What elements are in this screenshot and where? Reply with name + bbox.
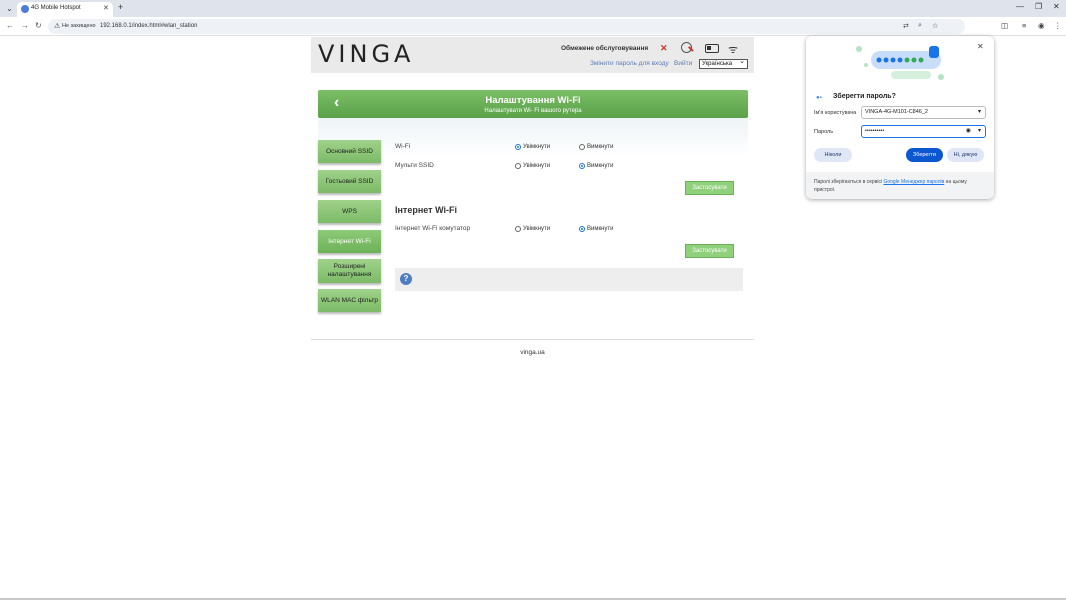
sidebar-item-main-ssid[interactable]: Основний SSID — [318, 140, 381, 163]
internet-wifi-off-radio[interactable] — [579, 226, 585, 232]
browser-tab-bar: ⌄ 4G Mobile Hotspot ✕ + — ❐ ✕ — [0, 0, 1066, 17]
password-chevron-down-icon[interactable]: ▾ — [978, 126, 981, 137]
tab-close-icon[interactable]: ✕ — [103, 4, 109, 12]
eye-icon[interactable]: ◉ — [966, 126, 971, 137]
logout-link[interactable]: Вийти — [674, 60, 692, 67]
multi-ssid-off-radio[interactable] — [579, 163, 585, 169]
footer-prefix: Паролі зберігаються в сервісі — [814, 179, 884, 185]
password-value: •••••••••• — [865, 128, 885, 134]
password-illustration — [856, 46, 944, 80]
browser-tab[interactable]: 4G Mobile Hotspot ✕ — [17, 2, 113, 17]
sidebar-item-internet-wifi[interactable]: Інтернет Wi-Fi — [318, 230, 381, 253]
footer-link[interactable]: vinga.ua — [311, 349, 754, 356]
key-icon: ●▪ — [816, 95, 822, 101]
new-tab-button[interactable]: + — [118, 2, 123, 12]
chevron-down-icon[interactable]: ▾ — [978, 107, 981, 118]
multi-ssid-off-label[interactable]: Вимкнути — [587, 163, 614, 169]
no-thanks-button[interactable]: Ні, дякую — [947, 148, 984, 162]
reload-icon[interactable]: ↻ — [35, 21, 42, 30]
battery-icon — [705, 44, 719, 53]
menu-icon[interactable]: ⋮ — [1054, 21, 1062, 30]
sidebar-item-wps[interactable]: WPS — [318, 200, 381, 223]
bookmark-star-icon[interactable]: ☆ — [932, 22, 938, 30]
username-value: VINGA-4G-M101-C846_2 — [865, 109, 928, 115]
wifi-off-radio[interactable] — [579, 144, 585, 150]
apply-button[interactable]: Застосувати — [685, 181, 734, 195]
address-bar[interactable]: ⚠ Не захищено 192.168.0.1/index.html#wla… — [48, 19, 965, 34]
password-field[interactable]: •••••••••• ◉ ▾ — [861, 125, 986, 138]
back-icon[interactable]: ← — [6, 21, 14, 30]
save-button[interactable]: Зберегти — [906, 148, 943, 162]
password-manager-link[interactable]: Google Менеджер паролів — [883, 179, 944, 185]
save-password-dialog: ✕ ●▪ Зберегти пароль? Ім'я користувача V… — [806, 36, 994, 199]
sidebar-item-mac-filter[interactable]: WLAN MAC фільтр — [318, 289, 381, 312]
internet-wifi-heading: Інтернет Wi-Fi — [395, 205, 457, 215]
sidebar-item-guest-ssid[interactable]: Гостьовий SSID — [318, 170, 381, 193]
internet-wifi-switch-label: Інтернет Wi-Fi комутатор — [395, 225, 471, 232]
tab-search-icon[interactable]: ⌄ — [4, 3, 15, 14]
username-field[interactable]: VINGA-4G-M101-C846_2 ▾ — [861, 106, 986, 119]
sidebar-item-advanced[interactable]: Розширені налаштування — [318, 259, 381, 283]
tab-title: 4G Mobile Hotspot — [31, 5, 81, 11]
apply-internet-wifi-button[interactable]: Застосувати — [685, 244, 734, 258]
window-close-icon[interactable]: ✕ — [1053, 2, 1060, 11]
warning-icon[interactable]: ⚠ — [54, 22, 60, 30]
never-button[interactable]: Ніколи — [814, 148, 852, 162]
vinga-logo: VINGA — [318, 40, 415, 68]
forward-icon[interactable]: → — [21, 21, 29, 30]
globe-disconnected-icon — [681, 42, 692, 53]
no-signal-icon: ✕ — [660, 43, 668, 53]
internet-wifi-on-label[interactable]: Увімкнути — [523, 226, 550, 232]
media-icon[interactable]: ≡ — [1022, 21, 1026, 30]
language-select[interactable]: Українська — [699, 58, 748, 69]
change-password-link[interactable]: Змінити пароль для входу — [590, 60, 669, 67]
multi-ssid-on-label[interactable]: Увімкнути — [523, 163, 550, 169]
minimize-icon[interactable]: — — [1016, 2, 1024, 11]
help-icon[interactable]: ? — [400, 273, 412, 285]
maximize-icon[interactable]: ❐ — [1035, 2, 1042, 11]
footer-divider — [311, 339, 754, 340]
dialog-footer: Паролі зберігаються в сервісі Google Мен… — [806, 172, 994, 199]
multi-ssid-on-radio[interactable] — [515, 163, 521, 169]
internet-wifi-off-label[interactable]: Вимкнути — [587, 226, 614, 232]
page-header: VINGA Обмежене обслуговування ✕ ᯤ Змінит… — [311, 37, 754, 73]
page-banner: ‹ Налаштування Wi-Fi Налаштувати Wi- Fi … — [318, 90, 748, 118]
browser-toolbar: ← → ↻ ⚠ Не захищено 192.168.0.1/index.ht… — [0, 17, 1066, 36]
wifi-off-label[interactable]: Вимкнути — [587, 144, 614, 150]
multi-ssid-label: Мульти SSID — [395, 162, 434, 169]
dialog-title: Зберегти пароль? — [833, 93, 896, 100]
zoom-icon[interactable]: ⌕ — [918, 22, 922, 30]
page-title: Налаштування Wi-Fi — [485, 95, 581, 106]
username-label: Ім'я користувача — [814, 110, 857, 116]
translate-icon[interactable]: ⇄ — [903, 22, 909, 30]
profile-icon[interactable]: ◉ — [1038, 21, 1045, 30]
wifi-icon: ᯤ — [728, 44, 739, 56]
extensions-icon[interactable]: ◫ — [1001, 21, 1008, 30]
password-label: Пароль — [814, 129, 834, 135]
close-icon[interactable]: ✕ — [977, 42, 984, 51]
tab-favicon-icon — [21, 5, 29, 13]
limited-service-status: Обмежене обслуговування — [561, 45, 649, 52]
wifi-label: Wi-Fi — [395, 143, 411, 150]
page-subtitle: Налаштувати Wi- Fi вашого рутера — [484, 108, 582, 114]
security-label[interactable]: Не захищено — [62, 23, 96, 29]
internet-wifi-on-radio[interactable] — [515, 226, 521, 232]
wifi-on-label[interactable]: Увімкнути — [523, 144, 550, 150]
wifi-on-radio[interactable] — [515, 144, 521, 150]
url-text[interactable]: 192.168.0.1/index.html#wlan_station — [100, 23, 197, 29]
help-bar: ? — [395, 268, 743, 291]
